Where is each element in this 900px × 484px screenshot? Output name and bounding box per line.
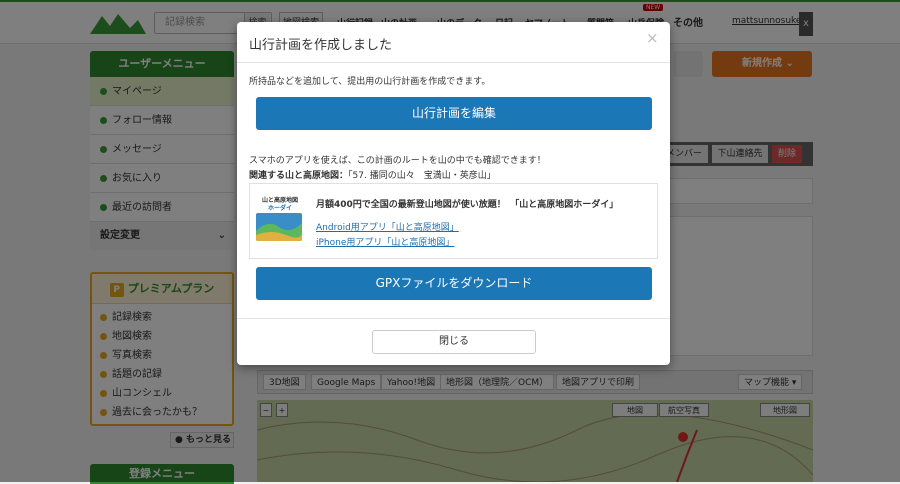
- dialog-title: 山行計画を作成しました: [249, 38, 393, 53]
- divider: [237, 62, 670, 63]
- app-ad-box: 山と高原地図 ホーダイ 月額400円で全国の最新登山地図が使い放題！ 「山と高原地…: [249, 183, 658, 259]
- app-logo-image: [256, 213, 302, 241]
- related-map-value: 「57. 播同の山々 宝満山・英彦山」: [348, 171, 496, 181]
- app-note: スマホのアプリを使えば、この計画のルートを山の中でも確認できます！: [249, 156, 546, 166]
- app-logo-text: 山と高原地図 ホーダイ: [254, 197, 306, 213]
- android-app-link[interactable]: Android用アプリ「山と高原地図」: [316, 220, 459, 233]
- app-logo-sub: ホーダイ: [267, 205, 292, 212]
- edit-plan-button[interactable]: 山行計画を編集: [256, 97, 652, 130]
- dialog-close-button[interactable]: 閉じる: [372, 330, 536, 354]
- gpx-download-button[interactable]: GPXファイルをダウンロード: [256, 267, 652, 300]
- app-logo-illustration: [256, 223, 302, 241]
- close-icon[interactable]: ×: [646, 29, 659, 47]
- related-map-label: 関連する山と高原地図：: [249, 171, 349, 181]
- dialog-description: 所持品などを追加して、提出用の山行計画を作成できます。: [249, 77, 491, 87]
- plan-created-dialog: 山行計画を作成しました × 所持品などを追加して、提出用の山行計画を作成できます…: [237, 22, 670, 365]
- app-logo-title: 山と高原地図: [261, 197, 298, 204]
- divider: [237, 318, 670, 319]
- related-map: 関連する山と高原地図：「57. 播同の山々 宝満山・英彦山」: [249, 168, 496, 181]
- ad-title: 月額400円で全国の最新登山地図が使い放題！ 「山と高原地図ホーダイ」: [316, 200, 619, 210]
- iphone-app-link[interactable]: iPhone用アプリ「山と高原地図」: [316, 235, 454, 248]
